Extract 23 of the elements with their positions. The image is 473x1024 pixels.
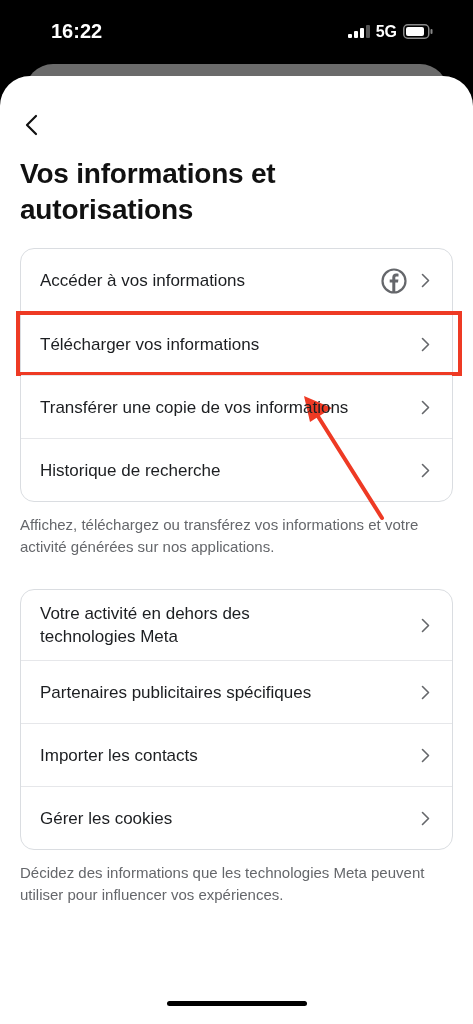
chevron-icon [421, 336, 430, 352]
chevron-icon [421, 684, 430, 700]
network-label: 5G [375, 22, 397, 41]
chevron-icon [421, 273, 430, 288]
settings-item[interactable]: Votre activité en dehors des technologies Meta [21, 590, 452, 660]
section-note: Affichez, téléchargez ou transférez vos informations et votre activité générées sur nos applications. [20, 515, 420, 557]
battery-icon [403, 24, 433, 39]
page-title: Vos informations et autorisations [20, 157, 277, 227]
settings-item[interactable]: Gérer les cookies [21, 786, 452, 849]
section-note: Décidez des informations que les technologies Meta peuvent utiliser pour influencer vos expériences. [20, 863, 426, 905]
chevron-icon [421, 399, 430, 415]
status-time: 16:22 [51, 20, 103, 43]
settings-item[interactable]: Importer les contacts [21, 723, 452, 786]
chevron-icon [421, 747, 430, 763]
settings-item[interactable]: Historique de recherche [21, 438, 452, 501]
chevron-icon [421, 617, 430, 633]
signal-icon [347, 25, 370, 38]
settings-item[interactable]: Partenaires publicitaires spécifiques [21, 660, 452, 723]
settings-item[interactable]: Accéder à vos informations [21, 249, 452, 312]
chevron-icon [421, 462, 430, 478]
facebook-icon [381, 267, 407, 294]
chevron-icon [421, 810, 430, 826]
settings-item[interactable]: Télécharger vos informations [17, 312, 461, 375]
